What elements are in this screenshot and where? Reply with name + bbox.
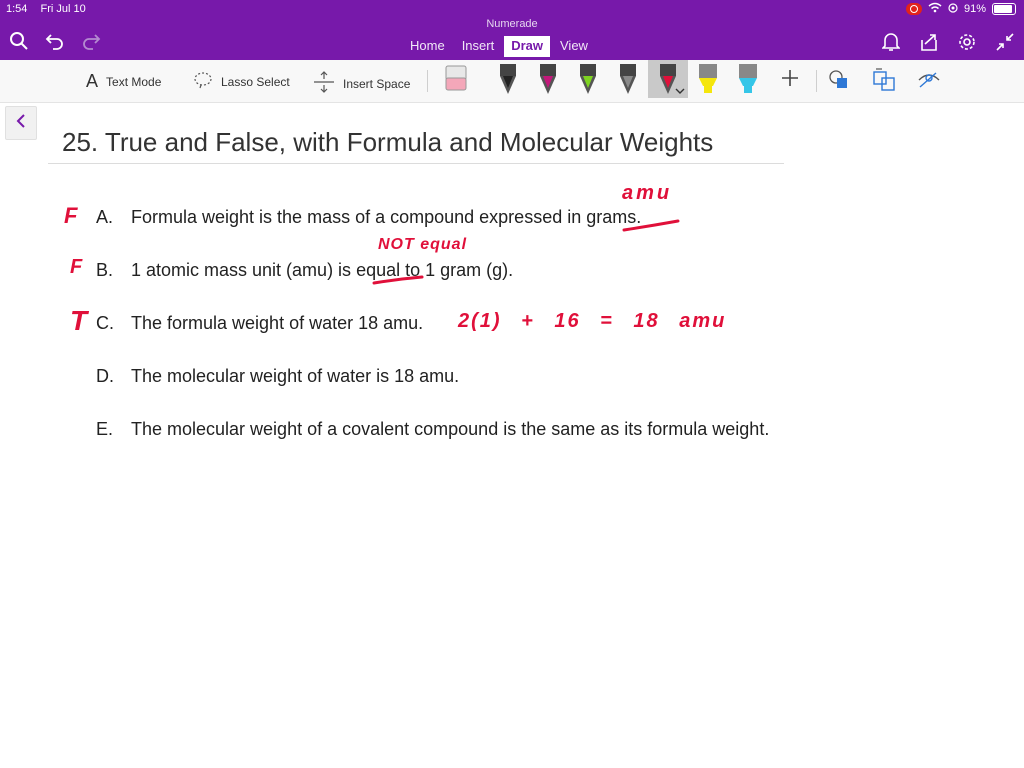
strike-stroke-grams	[622, 219, 680, 232]
ink-strokes	[372, 219, 680, 285]
strike-stroke-equal	[372, 275, 424, 285]
